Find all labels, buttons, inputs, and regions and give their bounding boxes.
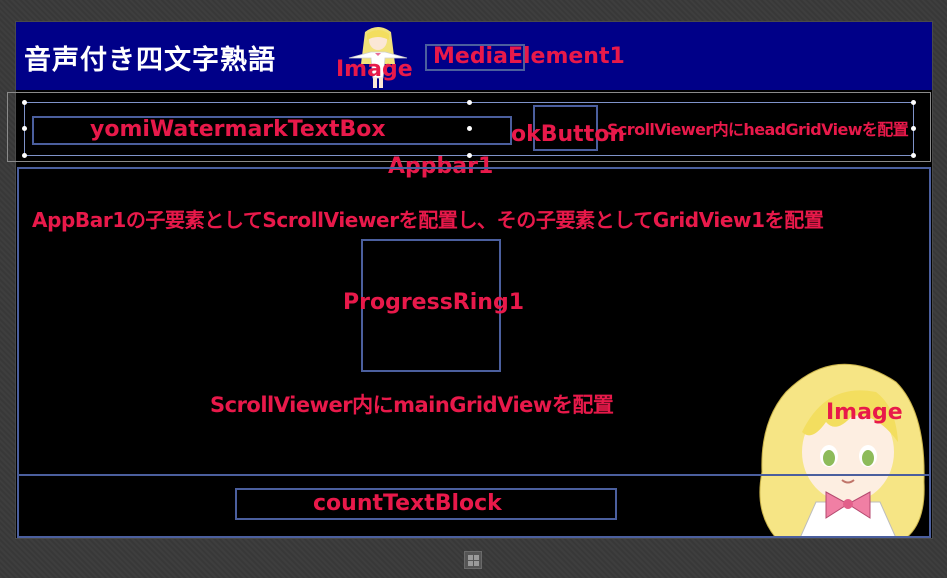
yomi-watermark-textbox-label: yomiWatermarkTextBox <box>90 117 386 142</box>
main-scrollviewer-note: ScrollViewer内にmainGridViewを配置 <box>210 393 614 417</box>
head-scrollviewer-note: ScrollViewer内にheadGridViewを配置 <box>607 120 909 139</box>
resize-handle[interactable] <box>467 100 472 105</box>
resize-handle[interactable] <box>22 100 27 105</box>
count-textblock-label: countTextBlock <box>313 491 502 516</box>
resize-handle[interactable] <box>911 100 916 105</box>
appbar-structure-note: AppBar1の子要素としてScrollViewerを配置し、その子要素としてG… <box>32 208 824 232</box>
resize-handle[interactable] <box>911 126 916 131</box>
resize-handle[interactable] <box>22 126 27 131</box>
page-title: 音声付き四文字熟語 <box>24 45 276 76</box>
media-element-label: MediaElement1 <box>433 44 625 69</box>
main-image-label: Image <box>826 400 903 425</box>
resize-handle[interactable] <box>911 153 916 158</box>
windows-icon[interactable] <box>464 551 482 569</box>
progress-ring-label: ProgressRing1 <box>343 290 524 315</box>
header-image-label: Image <box>336 57 413 82</box>
resize-handle[interactable] <box>22 153 27 158</box>
